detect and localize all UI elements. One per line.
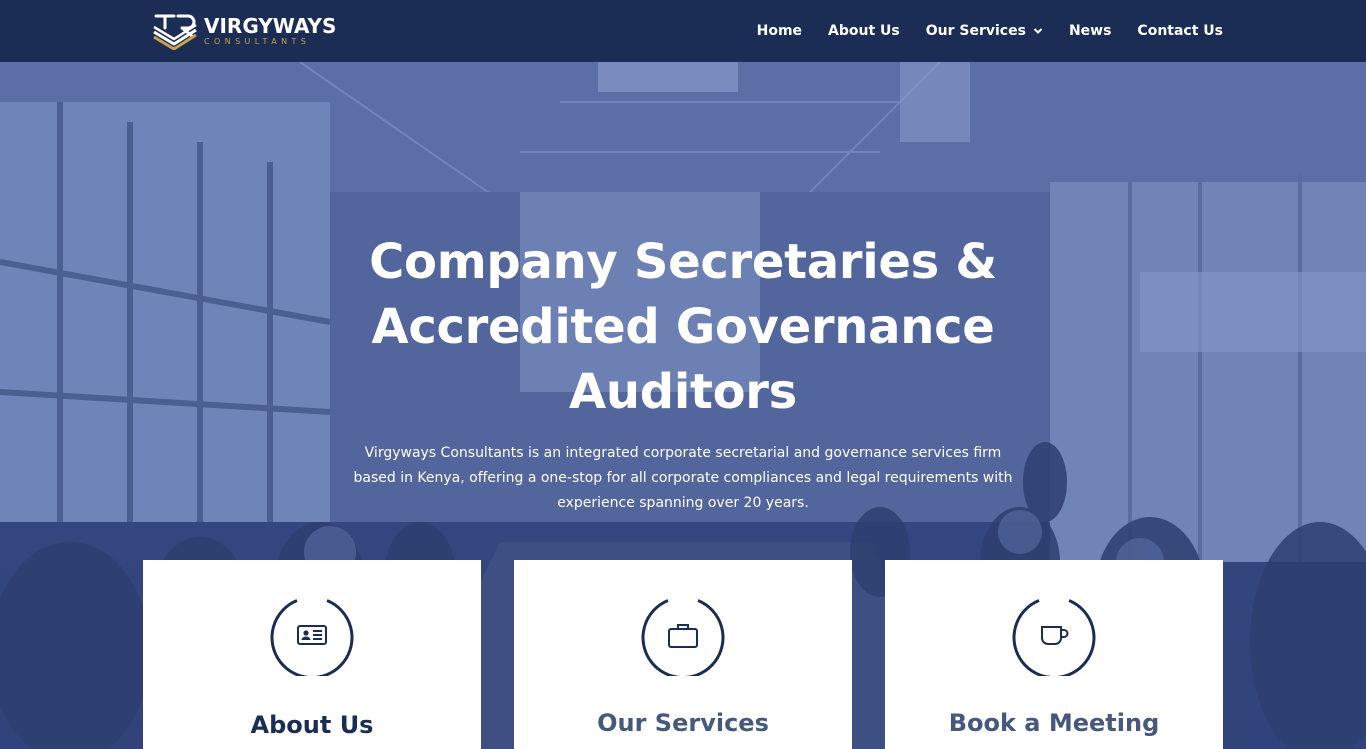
card-title: Our Services [597,709,769,737]
nav-about-us[interactable]: About Us [828,23,900,39]
card-title: Book a Meeting [948,709,1160,737]
nav-contact-us[interactable]: Contact Us [1137,23,1223,39]
main-nav: Home About Us Our Services News Contact … [757,0,1223,62]
brand-tagline: CONSULTANTS [204,37,311,46]
hero-description: Virgyways Consultants is an integrated c… [353,445,1013,511]
id-card-icon [297,625,327,645]
briefcase-icon [668,624,698,648]
nav-our-services-label: Our Services [925,23,1026,39]
hero-title: Company Secretaries & Accredited Governa… [369,234,997,420]
card-our-services[interactable]: Our Services [514,560,852,749]
nav-home[interactable]: Home [757,23,802,39]
nav-our-services[interactable]: Our Services [926,23,1043,39]
card-book-a-meeting[interactable]: Book a Meeting [885,560,1223,749]
card-title: About Us [250,711,374,739]
card-about-us[interactable]: About Us [143,560,481,749]
chevron-down-icon [1033,28,1043,34]
vw-monogram-icon [153,14,197,50]
brand-name: VIRGYWAYS [204,14,337,38]
site-header: VIRGYWAYS CONSULTANTS Home About Us Our … [0,0,1366,62]
logo[interactable]: VIRGYWAYS CONSULTANTS [152,12,336,50]
nav-news[interactable]: News [1069,23,1111,39]
coffee-cup-icon [1041,626,1069,645]
